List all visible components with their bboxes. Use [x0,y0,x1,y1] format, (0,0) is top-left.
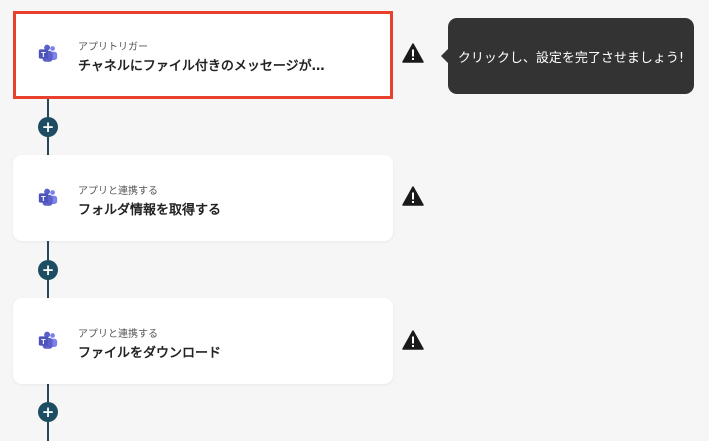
flow-step-download-file[interactable]: T アプリと連携する ファイルをダウンロード [13,298,393,384]
warning-icon [402,43,424,63]
add-step-button[interactable]: + [38,402,58,422]
step-title: フォルダ情報を取得する [78,203,222,218]
tooltip-arrow [441,49,448,63]
warning-icon [402,186,424,206]
svg-text:T: T [41,194,46,203]
setup-tooltip: クリックし、設定を完了させましょう! [441,18,694,94]
svg-text:T: T [41,337,46,346]
step-title: チャネルにファイル付きのメッセージが… [78,59,325,74]
add-step-button[interactable]: + [38,260,58,280]
warning-icon [402,330,424,350]
tooltip-text: クリックし、設定を完了させましょう! [457,50,685,66]
microsoft-teams-icon: T [38,44,58,62]
flow-step-trigger[interactable]: T アプリトリガー チャネルにファイル付きのメッセージが… [13,11,393,99]
step-subtitle: アプリと連携する [78,186,158,197]
flow-step-get-folder-info[interactable]: T アプリと連携する フォルダ情報を取得する [13,155,393,241]
step-title: ファイルをダウンロード [78,346,222,361]
svg-text:T: T [41,50,46,59]
step-subtitle: アプリトリガー [78,42,148,53]
step-subtitle: アプリと連携する [78,329,158,340]
microsoft-teams-icon: T [38,331,58,349]
microsoft-teams-icon: T [38,188,58,206]
add-step-button[interactable]: + [38,117,58,137]
